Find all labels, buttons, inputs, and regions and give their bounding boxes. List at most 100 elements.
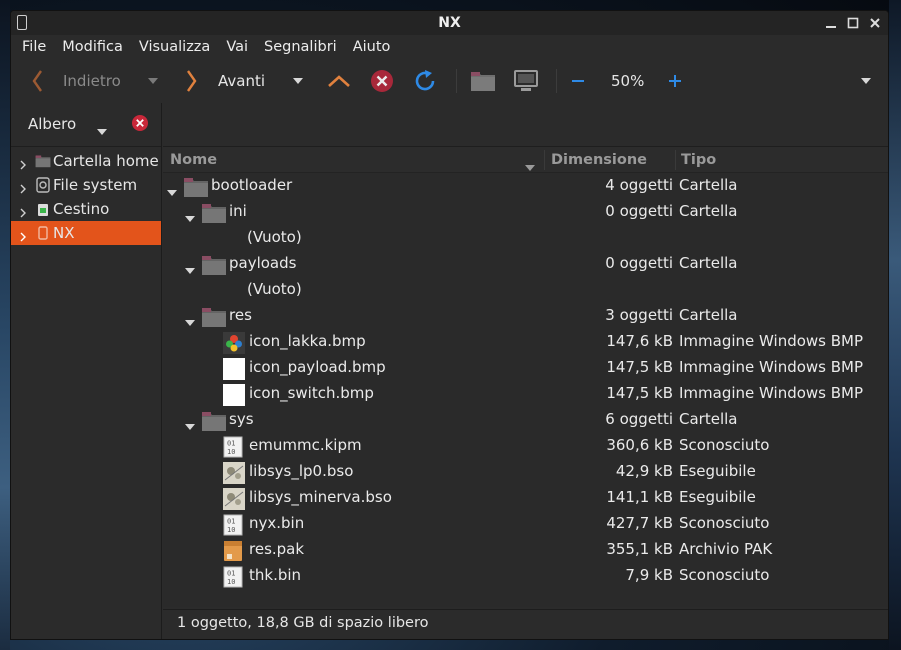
drive-icon: [35, 177, 51, 193]
column-name-header[interactable]: Nome: [170, 152, 217, 168]
trash-icon: [35, 201, 51, 217]
sidebar-item-cartella-home[interactable]: Cartella home: [11, 149, 161, 173]
menu-vai[interactable]: Vai: [218, 39, 256, 55]
file-manager-window: NX File Modifica Visualizza Vai Segnalib…: [10, 10, 889, 640]
menu-file[interactable]: File: [14, 39, 54, 55]
file-size: 0 oggetti: [605, 254, 673, 272]
file-type: Eseguibile: [679, 488, 756, 506]
computer-button[interactable]: [513, 59, 539, 103]
file-row[interactable]: icon_payload.bmp 147,5 kB Immagine Windows…: [163, 355, 888, 381]
expander-arrow-icon[interactable]: [185, 312, 195, 330]
file-size: 6 oggetti: [605, 410, 673, 428]
forward-history-dropdown[interactable]: [293, 59, 303, 103]
file-type: Cartella: [679, 410, 738, 428]
file-row[interactable]: 01 10 thk.bin 7,9 kB Sconosciuto: [163, 563, 888, 589]
back-button[interactable]: Indietro: [31, 59, 121, 103]
file-name: icon_payload.bmp: [249, 358, 386, 376]
empty-placeholder-row: (Vuoto): [163, 225, 888, 251]
expander-arrow-icon[interactable]: [167, 182, 177, 200]
sidebar-mode-label[interactable]: Albero: [28, 115, 76, 133]
expander-arrow-icon[interactable]: [185, 208, 195, 226]
file-name: emummc.kipm: [249, 436, 362, 454]
empty-label: (Vuoto): [247, 228, 302, 246]
file-row[interactable]: res.pak 355,1 kB Archivio PAK: [163, 537, 888, 563]
forward-arrow-icon: [187, 70, 197, 92]
file-name: libsys_lp0.bso: [249, 462, 354, 480]
back-history-dropdown[interactable]: [148, 59, 158, 103]
close-window-button[interactable]: [866, 14, 884, 32]
file-row[interactable]: 01 10 nyx.bin 427,7 kB Sconosciuto: [163, 511, 888, 537]
chevron-right-icon[interactable]: [20, 180, 26, 198]
up-button[interactable]: [327, 59, 351, 103]
file-type: Immagine Windows BMP: [679, 358, 864, 376]
reload-button[interactable]: [413, 59, 437, 103]
device-icon: [17, 15, 27, 30]
forward-button[interactable]: Avanti: [186, 59, 265, 103]
title-bar[interactable]: NX: [11, 11, 888, 35]
reload-icon: [415, 70, 435, 91]
home-folder-button[interactable]: [470, 59, 496, 103]
menu-modifica[interactable]: Modifica: [54, 39, 131, 55]
file-size: 355,1 kB: [606, 540, 673, 558]
file-row[interactable]: 01 10 emummc.kipm 360,6 kB Sconosciuto: [163, 433, 888, 459]
file-size: 0 oggetti: [605, 202, 673, 220]
empty-label: (Vuoto): [247, 280, 302, 298]
file-name: nyx.bin: [249, 514, 305, 532]
sidebar-item-nx[interactable]: NX: [11, 221, 161, 245]
toolbar: Indietro Avanti 50%: [11, 59, 888, 103]
menu-aiuto[interactable]: Aiuto: [345, 39, 399, 55]
sidebar-item-label: File system: [53, 176, 138, 194]
stop-button[interactable]: [370, 59, 394, 103]
file-size: 427,7 kB: [606, 514, 673, 532]
file-row[interactable]: sys 6 oggetti Cartella: [163, 407, 888, 433]
menu-segnalibri[interactable]: Segnalibri: [256, 39, 345, 55]
file-row[interactable]: icon_switch.bmp 147,5 kB Immagine Windows …: [163, 381, 888, 407]
file-size: 147,5 kB: [606, 358, 673, 376]
file-type: Sconosciuto: [679, 436, 770, 454]
back-label: Indietro: [63, 72, 121, 90]
chevron-right-icon[interactable]: [20, 228, 26, 246]
menu-visualizza[interactable]: Visualizza: [131, 39, 218, 55]
file-row[interactable]: bootloader 4 oggetti Cartella: [163, 173, 888, 199]
file-row[interactable]: libsys_minerva.bso 141,1 kB Eseguibile: [163, 485, 888, 511]
file-type: Cartella: [679, 176, 738, 194]
chevron-down-icon: [861, 78, 871, 84]
sidebar-mode-dropdown[interactable]: [97, 121, 107, 139]
window-title: NX: [438, 15, 461, 31]
chevron-right-icon[interactable]: [20, 156, 26, 174]
chevron-down-icon: [148, 78, 158, 84]
file-name: bootloader: [211, 176, 293, 194]
toolbar-overflow-menu[interactable]: [861, 59, 871, 103]
file-row[interactable]: res 3 oggetti Cartella: [163, 303, 888, 329]
sidebar-item-cestino[interactable]: Cestino: [11, 197, 161, 221]
sidebar-item-file-system[interactable]: File system: [11, 173, 161, 197]
sidebar-item-label: Cestino: [53, 200, 110, 218]
minimize-button[interactable]: [822, 14, 840, 32]
column-size-header[interactable]: Dimensione: [551, 152, 647, 168]
file-row[interactable]: ini 0 oggetti Cartella: [163, 199, 888, 225]
chevron-right-icon[interactable]: [20, 204, 26, 222]
expander-arrow-icon[interactable]: [185, 416, 195, 434]
file-type: Eseguibile: [679, 462, 756, 480]
sidebar-item-label: NX: [53, 224, 75, 242]
file-row[interactable]: libsys_lp0.bso 42,9 kB Eseguibile: [163, 459, 888, 485]
file-size: 360,6 kB: [606, 436, 673, 454]
sidebar: Albero Cartella home File system Cestino NX: [11, 103, 162, 639]
folder-icon: [471, 72, 495, 91]
file-size: 147,5 kB: [606, 384, 673, 402]
expander-arrow-icon[interactable]: [185, 260, 195, 278]
file-row[interactable]: payloads 0 oggetti Cartella: [163, 251, 888, 277]
file-list[interactable]: Nome Dimensione Tipo bootloader 4 oggetti…: [163, 147, 888, 607]
zoom-in-button[interactable]: [668, 59, 682, 103]
zoom-out-button[interactable]: [571, 59, 585, 103]
file-size: 42,9 kB: [615, 462, 673, 480]
file-type: Archivio PAK: [679, 540, 773, 558]
status-text: 1 oggetto, 18,8 GB di spazio libero: [177, 615, 429, 631]
file-type: Cartella: [679, 202, 738, 220]
svg-text:01: 01: [227, 518, 235, 526]
desktop-background: [0, 0, 10, 650]
maximize-button[interactable]: [844, 14, 862, 32]
column-type-header[interactable]: Tipo: [681, 152, 716, 168]
file-row[interactable]: icon_lakka.bmp 147,6 kB Immagine Windows B…: [163, 329, 888, 355]
close-sidebar-button[interactable]: [131, 114, 149, 136]
